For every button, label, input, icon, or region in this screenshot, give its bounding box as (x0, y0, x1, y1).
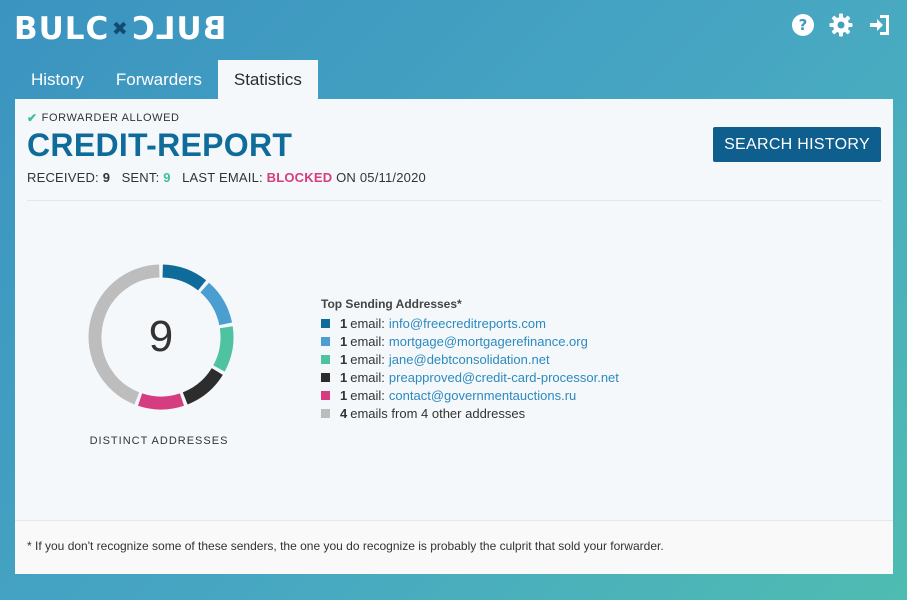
last-email-status: BLOCKED (266, 170, 333, 185)
legend-item: 1 email: mortgage@mortgagerefinance.org (321, 332, 619, 350)
legend-item: 1 email: info@freecreditreports.com (321, 314, 619, 332)
statistics-panel: ✔ FORWARDER ALLOWED CREDIT-REPORT RECEIV… (15, 99, 893, 574)
legend-count: 1 (340, 333, 348, 349)
legend-email-word: email: (350, 333, 385, 349)
logo-text-left: BULC (14, 11, 110, 47)
tab-history[interactable]: History (15, 60, 100, 99)
legend-item: 1 email: jane@debtconsolidation.net (321, 350, 619, 368)
donut-caption: DISTINCT ADDRESSES (89, 435, 229, 447)
sent-count: 9 (163, 170, 171, 185)
logout-icon[interactable] (867, 13, 891, 37)
logo-text-right: BULC (131, 11, 227, 47)
legend-swatch (321, 354, 330, 364)
last-email-label: LAST EMAIL: (182, 170, 263, 185)
on-label: ON (336, 170, 357, 185)
legend-swatch (321, 408, 330, 418)
legend-item: 4 emails from 4 other addresses (321, 404, 619, 422)
sent-label: SENT: (121, 170, 160, 185)
legend-address-link[interactable]: info@freecreditreports.com (389, 316, 546, 331)
forwarder-meta: RECEIVED: 9 SENT: 9 LAST EMAIL: BLOCKED … (27, 170, 426, 185)
forwarder-status-text: FORWARDER ALLOWED (41, 112, 180, 124)
tab-bar: History Forwarders Statistics (15, 60, 318, 99)
legend-swatch (321, 336, 330, 346)
top-bar: BULC ✖ BULC ? (0, 0, 907, 58)
tab-statistics[interactable]: Statistics (217, 60, 318, 99)
legend-count: 1 (340, 387, 348, 403)
legend-address-link[interactable]: contact@governmentauctions.ru (389, 388, 576, 403)
legend-address-link[interactable]: preapproved@credit-card-processor.net (389, 370, 619, 385)
legend-address-link[interactable]: jane@debtconsolidation.net (389, 352, 550, 367)
help-icon[interactable]: ? (791, 13, 815, 37)
legend-item: 1 email: contact@governmentauctions.ru (321, 386, 619, 404)
legend-title: Top Sending Addresses* (321, 297, 462, 311)
logo-x-icon: ✖ (111, 17, 129, 40)
footer-note: * If you don't recognize some of these s… (15, 520, 893, 574)
legend-count: 1 (340, 315, 348, 331)
gear-icon[interactable] (829, 13, 853, 37)
sender-legend: Top Sending Addresses* 1 email: info@fre… (321, 297, 619, 422)
search-history-button[interactable]: SEARCH HISTORY (713, 127, 881, 162)
legend-count: 4 (340, 405, 348, 421)
legend-email-word: email: (350, 387, 385, 403)
legend-swatch (321, 318, 330, 328)
tab-forwarders[interactable]: Forwarders (100, 60, 218, 99)
forwarder-name: CREDIT-REPORT (27, 127, 293, 163)
last-email-date: 05/11/2020 (359, 170, 426, 185)
legend-email-word: email: (350, 351, 385, 367)
divider (27, 200, 881, 201)
legend-swatch (321, 372, 330, 382)
legend-email-word: email: (350, 315, 385, 331)
legend-swatch (321, 390, 330, 400)
legend-email-word: email: (350, 369, 385, 385)
addresses-donut-chart: 9 (81, 257, 241, 417)
top-icons: ? (791, 13, 891, 37)
donut-center-value: 9 (148, 312, 174, 361)
legend-other-text: emails from 4 other addresses (350, 405, 526, 421)
received-label: RECEIVED: (27, 170, 99, 185)
check-icon: ✔ (27, 111, 38, 125)
legend-address-link[interactable]: mortgage@mortgagerefinance.org (389, 334, 588, 349)
received-count: 9 (102, 170, 111, 185)
legend-item: 1 email: preapproved@credit-card-process… (321, 368, 619, 386)
legend-count: 1 (340, 369, 348, 385)
forwarder-status: ✔ FORWARDER ALLOWED (27, 111, 180, 125)
svg-text:?: ? (799, 16, 808, 34)
legend-count: 1 (340, 351, 348, 367)
logo: BULC ✖ BULC (14, 11, 227, 47)
